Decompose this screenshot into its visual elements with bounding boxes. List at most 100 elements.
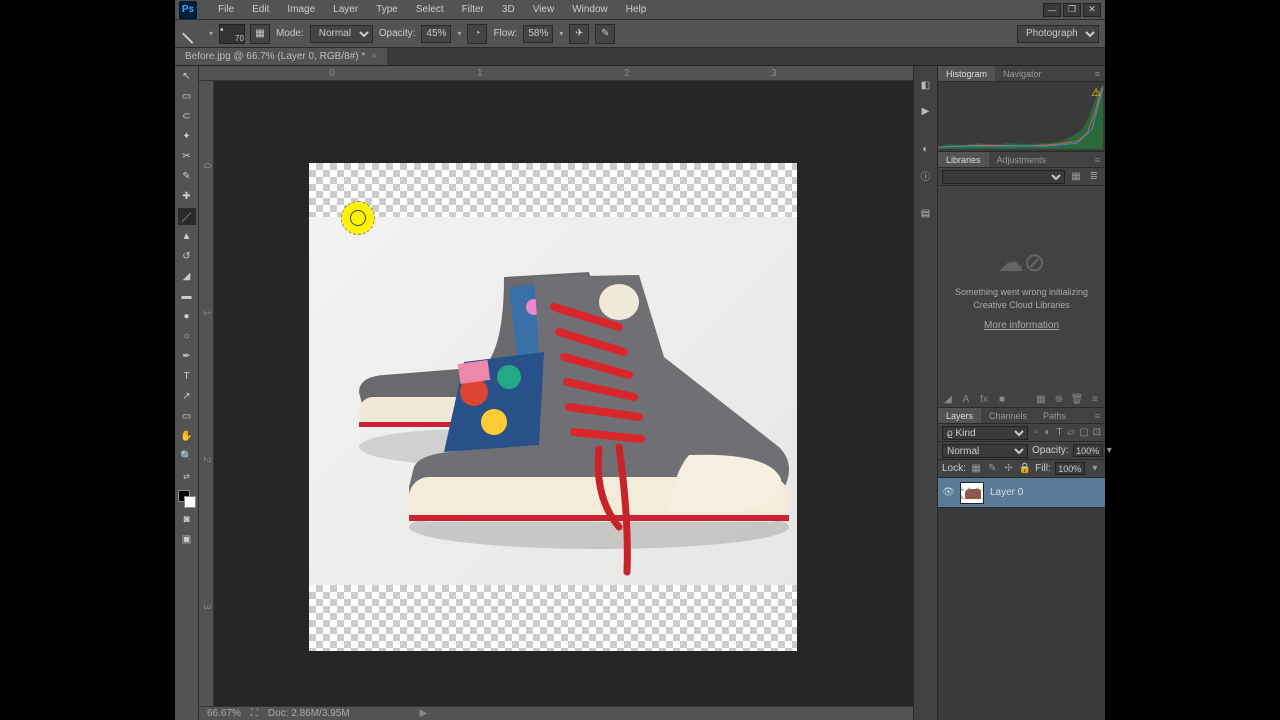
menu-3d[interactable]: 3D	[493, 4, 524, 15]
shape-tool[interactable]: ▭	[178, 408, 196, 425]
zoom-level[interactable]: 66.67%	[207, 708, 241, 719]
menu-image[interactable]: Image	[278, 4, 324, 15]
adj-icon[interactable]: fx	[978, 394, 990, 405]
panel-menu-icon[interactable]: ≡	[1090, 66, 1105, 81]
tab-histogram[interactable]: Histogram	[938, 66, 995, 81]
layer-item[interactable]: 👁 Layer 0	[938, 478, 1105, 508]
color-swap-icon[interactable]: ⇄	[178, 468, 196, 485]
filter-smart-icon[interactable]: ▢	[1079, 427, 1088, 438]
status-menu-arrow[interactable]: ▶	[420, 708, 428, 719]
zoom-tool[interactable]: 🔍	[178, 448, 196, 465]
filter-toggle[interactable]: ⊡	[1093, 427, 1101, 438]
layer-name[interactable]: Layer 0	[990, 487, 1023, 498]
lock-transparent-icon[interactable]: ▦	[970, 463, 982, 474]
tab-layers[interactable]: Layers	[938, 408, 981, 423]
menu-type[interactable]: Type	[367, 4, 407, 15]
heal-tool[interactable]: ✚	[178, 188, 196, 205]
adj-icon[interactable]: ⊕	[1053, 394, 1065, 405]
panel-menu-icon[interactable]: ≡	[1089, 394, 1101, 405]
lib-view-list-icon[interactable]: ≣	[1087, 170, 1101, 184]
layer-filter-select[interactable]: ϱ Kind	[942, 426, 1028, 440]
document-tab[interactable]: Before.jpg @ 66.7% (Layer 0, RGB/8#) * ×	[175, 48, 387, 65]
flow-dropdown[interactable]: ▾	[559, 29, 563, 38]
filter-adjust-icon[interactable]: ◐	[1044, 427, 1052, 438]
lasso-tool[interactable]: ⊂	[178, 108, 196, 125]
close-button[interactable]: ✕	[1083, 3, 1101, 17]
minimize-button[interactable]: —	[1043, 3, 1061, 17]
foreground-background-colors[interactable]	[178, 490, 196, 508]
panel-menu-icon[interactable]: ≡	[1090, 152, 1105, 167]
brush-tool-icon[interactable]	[182, 24, 202, 44]
layer-thumbnail[interactable]	[960, 482, 984, 504]
adj-icon[interactable]: A	[960, 394, 972, 405]
blend-mode-select[interactable]: Normal	[310, 25, 373, 43]
dock-icon[interactable]: ▤	[917, 204, 935, 222]
dodge-tool[interactable]: ○	[178, 328, 196, 345]
tool-preset-dropdown[interactable]: ▾	[209, 29, 213, 38]
tab-paths[interactable]: Paths	[1035, 408, 1074, 423]
pressure-size-icon[interactable]: ✎	[595, 24, 615, 44]
pen-tool[interactable]: ✒	[178, 348, 196, 365]
wand-tool[interactable]: ✦	[178, 128, 196, 145]
tab-adjustments[interactable]: Adjustments	[989, 152, 1055, 167]
tab-navigator[interactable]: Navigator	[995, 66, 1050, 81]
flow-input[interactable]	[523, 25, 553, 43]
tab-libraries[interactable]: Libraries	[938, 152, 989, 167]
type-tool[interactable]: T	[178, 368, 196, 385]
chevron-down-icon[interactable]: ▾	[1107, 445, 1112, 456]
maximize-button[interactable]: ❐	[1063, 3, 1081, 17]
stamp-tool[interactable]: ▲	[178, 228, 196, 245]
eyedropper-tool[interactable]: ✎	[178, 168, 196, 185]
brush-panel-toggle[interactable]: ▦	[250, 24, 270, 44]
fill-input[interactable]	[1055, 462, 1085, 475]
menu-layer[interactable]: Layer	[324, 4, 367, 15]
adj-icon[interactable]: ■	[996, 394, 1008, 405]
eraser-tool[interactable]: ◢	[178, 268, 196, 285]
opacity-input[interactable]	[421, 25, 451, 43]
screenmode-toggle[interactable]: ▣	[178, 531, 196, 548]
layer-opacity-input[interactable]	[1073, 444, 1103, 457]
adj-icon[interactable]: 🗑	[1071, 394, 1083, 405]
dock-icon[interactable]: ◧	[917, 76, 935, 94]
expand-icon[interactable]: ⛶	[251, 708, 258, 719]
dock-icon[interactable]: ◐	[917, 140, 935, 158]
lib-view-grid-icon[interactable]: ▦	[1069, 170, 1083, 184]
chevron-down-icon[interactable]: ▾	[1089, 463, 1101, 474]
lock-position-icon[interactable]: ✢	[1002, 463, 1014, 474]
menu-view[interactable]: View	[524, 4, 564, 15]
blur-tool[interactable]: ●	[178, 308, 196, 325]
library-select[interactable]	[942, 170, 1065, 184]
filter-shape-icon[interactable]: ▱	[1067, 427, 1075, 438]
menu-help[interactable]: Help	[617, 4, 656, 15]
opacity-dropdown[interactable]: ▾	[457, 29, 461, 38]
more-info-link[interactable]: More information	[984, 320, 1059, 331]
adj-icon[interactable]: ◢	[942, 394, 954, 405]
filter-type-icon[interactable]: T	[1056, 427, 1064, 438]
menu-file[interactable]: File	[209, 4, 243, 15]
tab-channels[interactable]: Channels	[981, 408, 1035, 423]
hand-tool[interactable]: ✋	[178, 428, 196, 445]
marquee-tool[interactable]: ▭	[178, 88, 196, 105]
visibility-eye-icon[interactable]: 👁	[942, 487, 954, 498]
filter-pixel-icon[interactable]: ▫	[1032, 427, 1040, 438]
blend-mode-select[interactable]: Normal	[942, 444, 1028, 458]
quickmask-toggle[interactable]: ◙	[178, 511, 196, 528]
pressure-opacity-icon[interactable]: ◔	[467, 24, 487, 44]
menu-window[interactable]: Window	[563, 4, 617, 15]
menu-edit[interactable]: Edit	[243, 4, 278, 15]
panel-menu-icon[interactable]: ≡	[1090, 408, 1105, 423]
lock-all-icon[interactable]: 🔒	[1019, 463, 1031, 474]
warning-icon[interactable]: ⚠	[1091, 86, 1101, 99]
move-tool[interactable]: ↖	[178, 68, 196, 85]
dock-icon[interactable]: ⓘ	[917, 166, 935, 184]
airbrush-icon[interactable]: ✈	[569, 24, 589, 44]
adj-icon[interactable]: ▦	[1035, 394, 1047, 405]
gradient-tool[interactable]: ▬	[178, 288, 196, 305]
document-canvas[interactable]	[309, 163, 797, 651]
lock-pixels-icon[interactable]: ✎	[986, 463, 998, 474]
menu-select[interactable]: Select	[407, 4, 453, 15]
path-select-tool[interactable]: ↗	[178, 388, 196, 405]
dock-icon[interactable]: ▶	[917, 102, 935, 120]
brush-tool[interactable]: ／	[178, 208, 196, 225]
workspace-select[interactable]: Photography	[1017, 25, 1099, 43]
